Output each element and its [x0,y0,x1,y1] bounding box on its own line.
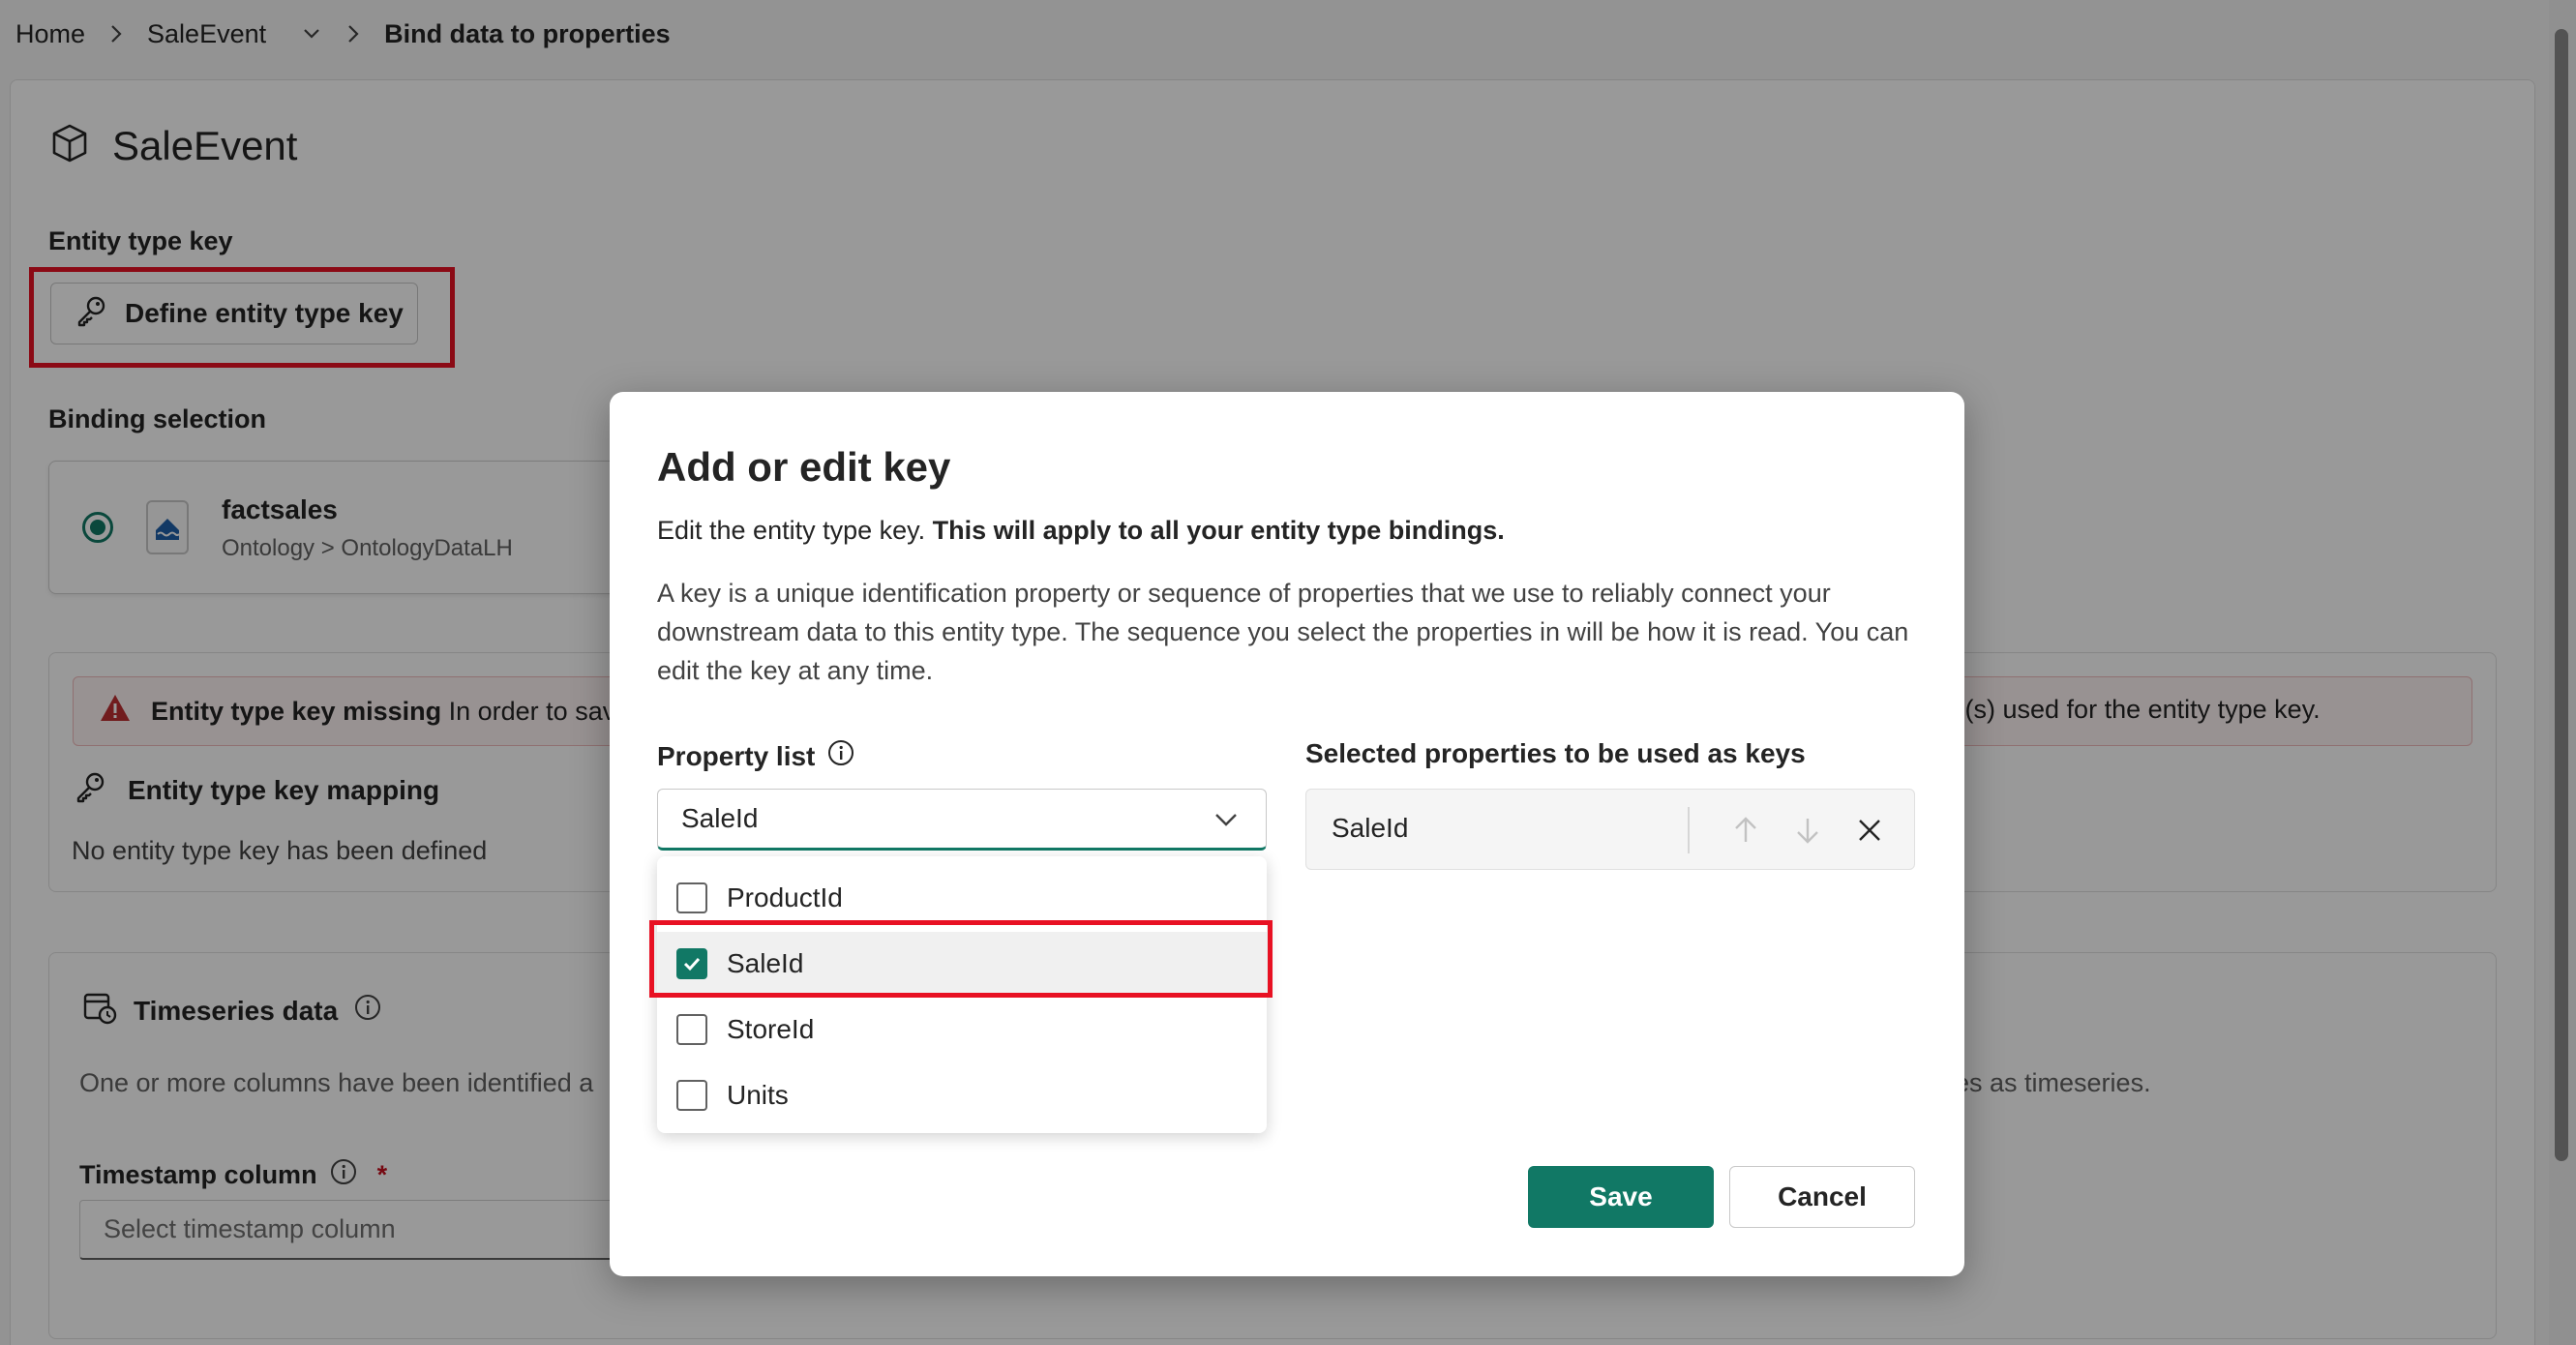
property-list-label: Property list [657,738,855,774]
checkbox-units[interactable] [676,1080,707,1111]
option-label: Units [727,1080,789,1110]
highlight-box-saleid [649,920,1273,998]
add-edit-key-dialog: Add or edit key Edit the entity type key… [610,392,1964,1276]
divider [1688,807,1690,853]
selected-key-name: SaleId [1332,813,1409,843]
property-list-dropdown[interactable]: SaleId [657,789,1267,851]
selected-properties-label: Selected properties to be used as keys [1305,738,1806,768]
dialog-intro-text: Edit the entity type key. [657,516,933,545]
checkbox-storeid[interactable] [676,1014,707,1045]
save-button[interactable]: Save [1528,1166,1714,1228]
dialog-title: Add or edit key [657,444,951,490]
selected-key-item: SaleId [1305,789,1915,870]
arrow-up-icon[interactable] [1726,811,1765,850]
property-list-label-text: Property list [657,740,816,771]
arrow-down-icon[interactable] [1788,811,1827,850]
option-storeid[interactable]: StoreId [657,998,1267,1061]
option-label: ProductId [727,882,843,912]
chevron-down-icon [1212,805,1241,841]
dialog-description: A key is a unique identification propert… [657,579,1909,685]
option-label: StoreId [727,1014,815,1044]
cancel-button[interactable]: Cancel [1729,1166,1915,1228]
dialog-intro-bold: This will apply to all your entity type … [932,516,1505,545]
property-list-value: SaleId [681,803,759,833]
dialog-intro: Edit the entity type key. This will appl… [657,516,1505,546]
option-units[interactable]: Units [657,1063,1267,1127]
close-icon[interactable] [1850,811,1889,850]
checkbox-productid[interactable] [676,882,707,913]
info-icon[interactable] [826,738,855,774]
